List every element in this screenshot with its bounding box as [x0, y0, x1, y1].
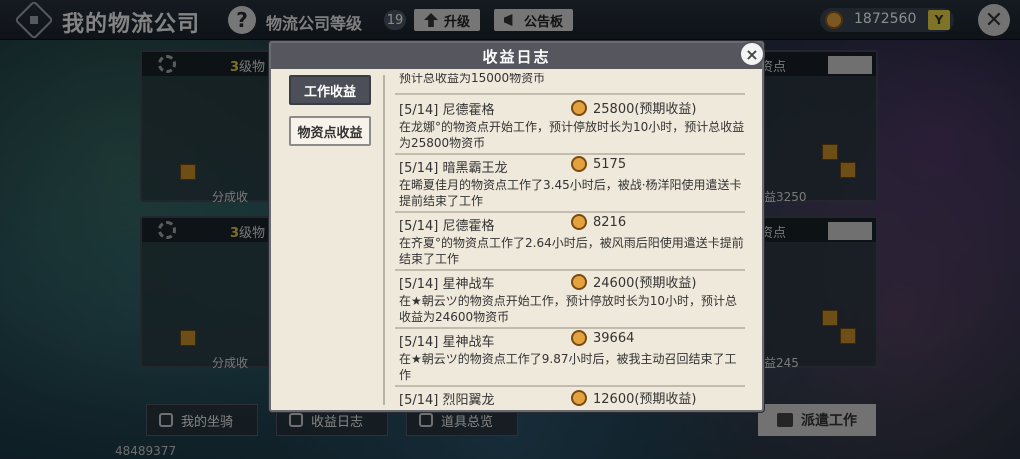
coin-icon [571, 99, 587, 116]
list-item: [5/14] 星神战车 39664 在★朝云ツ的物资点工作了9.87小时后，被我… [395, 329, 745, 387]
dialog-title: 收益日志 [271, 43, 762, 69]
entry-amount: 24600(预期收益) [571, 272, 697, 291]
entry-description: 在齐夏°的物资点工作了2.64小时后，被风雨后阳使用遣送卡提前结束了工作 [399, 236, 744, 266]
tab-resource-point-income[interactable]: 物资点收益 [289, 116, 371, 146]
list-item: 预计总收益为15000物资币 [395, 73, 745, 95]
entry-header: [5/14] 尼德霍格 [399, 219, 495, 234]
coin-icon [571, 214, 587, 230]
list-item: [5/14] 暗黑霸王龙 5175 在晞夏佳月的物资点工作了3.45小时后，被战… [395, 155, 745, 213]
list-item: [5/14] 烈阳翼龙 12600(预期收益) [395, 387, 745, 407]
entry-amount-value: 12600(预期收益) [593, 392, 697, 407]
entry-header: [5/14] 烈阳翼龙 [399, 393, 495, 407]
tab-work-income[interactable]: 工作收益 [289, 75, 371, 105]
entry-amount: 12600(预期收益) [571, 388, 697, 407]
entry-description: 在★朝云ツ的物资点工作了9.87小时后，被我主动召回结束了工作 [399, 352, 737, 382]
entry-amount: 5175 [571, 156, 626, 172]
entry-amount-value: 25800(预期收益) [593, 102, 697, 117]
entry-amount-value: 5175 [593, 156, 627, 172]
coin-icon [571, 156, 587, 172]
entry-amount: 8216 [571, 214, 626, 230]
entry-header: [5/14] 暗黑霸王龙 [399, 161, 508, 176]
entry-header: [5/14] 尼德霍格 [399, 103, 495, 118]
entry-amount: 39664 [571, 330, 634, 346]
close-dialog-button[interactable]: × [739, 41, 765, 67]
entry-header: [5/14] 星神战车 [399, 335, 495, 350]
entry-description: 预计总收益为15000物资币 [399, 73, 546, 85]
coin-icon [571, 330, 587, 346]
entry-header: [5/14] 星神战车 [399, 277, 495, 292]
entry-description: 在晞夏佳月的物资点工作了3.45小时后，被战·杨洋阳使用遣送卡提前结束了工作 [399, 178, 742, 208]
list-item: [5/14] 尼德霍格 8216 在齐夏°的物资点工作了2.64小时后，被风雨后… [395, 213, 745, 271]
entry-description: 在龙娜°的物资点开始工作，预计停放时长为10小时，预计总收益为25800物资币 [399, 120, 745, 150]
entry-amount-value: 39664 [593, 330, 635, 346]
income-log-dialog: 收益日志 工作收益 物资点收益 预计总收益为15000物资币 [5/14] 尼德… [269, 41, 764, 412]
list-item: [5/14] 星神战车 24600(预期收益) 在★朝云ツ的物资点开始工作，预计… [395, 271, 745, 329]
divider [383, 75, 385, 405]
entry-amount-value: 8216 [593, 214, 627, 230]
coin-icon [571, 389, 587, 406]
entry-amount: 25800(预期收益) [571, 98, 697, 117]
list-item: [5/14] 尼德霍格 25800(预期收益) 在龙娜°的物资点开始工作，预计停… [395, 97, 745, 155]
coin-icon [571, 273, 587, 290]
entry-amount-value: 24600(预期收益) [593, 276, 697, 291]
entry-description: 在★朝云ツ的物资点开始工作，预计停放时长为10小时，预计总收益为24600物资币 [399, 294, 738, 324]
income-log-list[interactable]: 预计总收益为15000物资币 [5/14] 尼德霍格 25800(预期收益) 在… [395, 73, 749, 407]
